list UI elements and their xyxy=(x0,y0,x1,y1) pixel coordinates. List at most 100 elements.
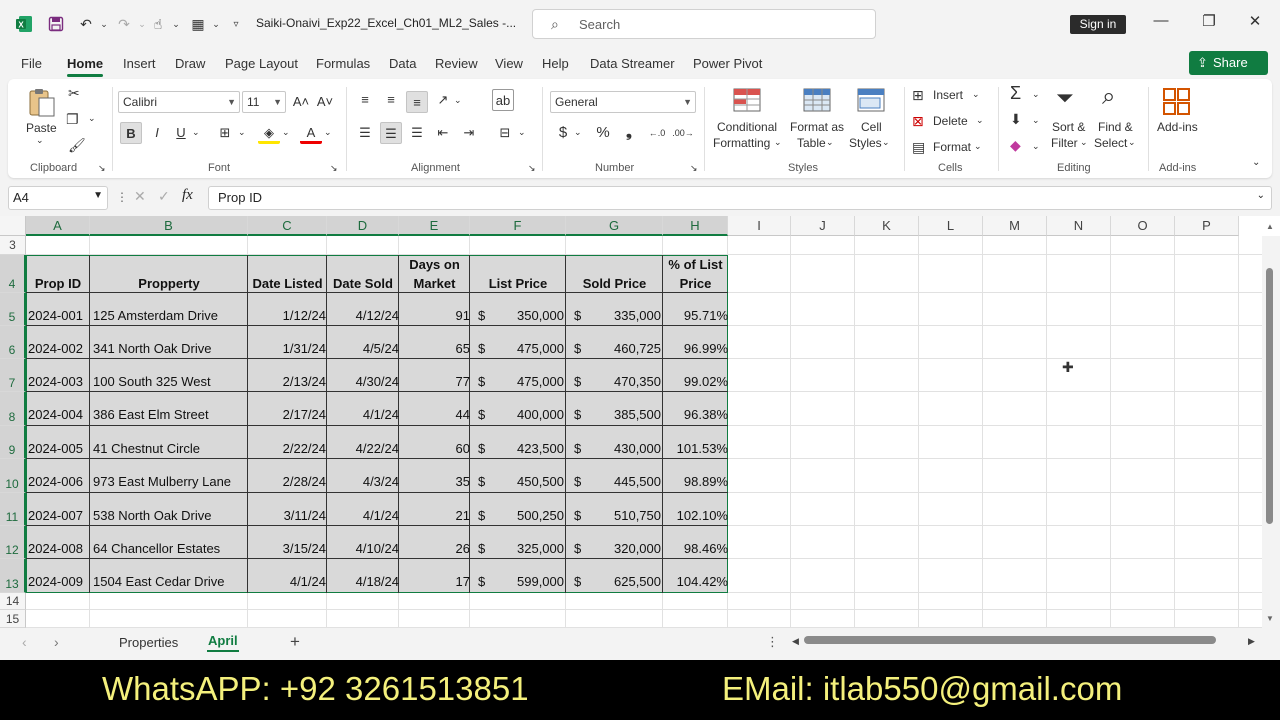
pct-list-price-cell[interactable]: 101.53% xyxy=(665,441,728,456)
formula-input[interactable]: Prop ID ⌄ xyxy=(208,186,1272,210)
list-price-cell[interactable]: 500,250 xyxy=(472,508,564,523)
column-header-n[interactable]: N xyxy=(1047,216,1111,236)
prop-id-cell[interactable]: 2024-007 xyxy=(28,508,91,523)
row-header-6[interactable]: 6 xyxy=(0,326,26,359)
autosum-dropdown-icon[interactable]: ⌄ xyxy=(1032,89,1040,100)
pct-list-price-cell[interactable]: 98.89% xyxy=(665,474,728,489)
sold-price-cell[interactable]: 335,000 xyxy=(568,308,661,323)
property-cell[interactable]: 1504 East Cedar Drive xyxy=(93,574,249,589)
prop-id-cell[interactable]: 2024-003 xyxy=(28,374,91,389)
sort-filter-icon[interactable]: ⏷ xyxy=(1056,85,1074,111)
date-listed-cell[interactable]: 1/31/24 xyxy=(250,341,326,356)
fill-color-dropdown-icon[interactable]: ⌄ xyxy=(282,127,290,138)
accounting-dropdown-icon[interactable]: ⌄ xyxy=(574,127,582,138)
tab-view[interactable]: View xyxy=(495,56,523,71)
column-header-d[interactable]: D xyxy=(327,216,399,236)
middle-align-icon[interactable]: ≡ xyxy=(380,89,402,111)
sold-price-cell[interactable]: 460,725 xyxy=(568,341,661,356)
font-size-combo[interactable]: 11 ▼ xyxy=(242,91,286,113)
tab-draw[interactable]: Draw xyxy=(175,56,205,71)
row-header-13[interactable]: 13 xyxy=(0,559,26,593)
find-select-label-1[interactable]: Find & xyxy=(1098,120,1133,134)
sign-in-button[interactable]: Sign in xyxy=(1070,15,1126,34)
header-days-line2[interactable]: Market xyxy=(399,274,470,293)
column-header-l[interactable]: L xyxy=(919,216,983,236)
sort-filter-label-1[interactable]: Sort & xyxy=(1052,120,1085,134)
sheet-tab-april[interactable]: April xyxy=(208,633,238,648)
row-header-10[interactable]: 10 xyxy=(0,459,26,493)
prop-id-cell[interactable]: 2024-004 xyxy=(28,407,91,422)
insert-function-icon[interactable]: fx xyxy=(182,187,193,204)
tab-formulas[interactable]: Formulas xyxy=(316,56,370,71)
horizontal-scroll-thumb[interactable] xyxy=(804,636,1216,644)
conditional-formatting-icon[interactable] xyxy=(732,87,764,117)
select-all-corner[interactable] xyxy=(0,216,26,236)
list-price-cell[interactable]: 475,000 xyxy=(472,341,564,356)
prop-id-cell[interactable]: 2024-008 xyxy=(28,541,91,556)
bottom-align-icon[interactable]: ≡ xyxy=(406,91,428,113)
row-header-9[interactable]: 9 xyxy=(0,426,26,459)
sort-filter-label-2[interactable]: Filter xyxy=(1051,136,1078,150)
format-dropdown-icon[interactable]: ⌄ xyxy=(974,141,982,152)
column-header-g[interactable]: G xyxy=(566,216,663,236)
orientation-icon[interactable]: ↗ xyxy=(432,89,454,111)
increase-indent-icon[interactable]: ⇥ xyxy=(458,122,480,144)
date-listed-cell[interactable]: 3/11/24 xyxy=(250,508,326,523)
align-right-icon[interactable]: ☰ xyxy=(406,122,428,144)
row-header-11[interactable]: 11 xyxy=(0,493,26,526)
vertical-scroll-thumb[interactable] xyxy=(1266,268,1273,524)
merge-dropdown-icon[interactable]: ⌄ xyxy=(518,127,526,138)
list-price-cell[interactable]: 325,000 xyxy=(472,541,564,556)
format-cells-label[interactable]: Format xyxy=(933,140,971,154)
row-header-12[interactable]: 12 xyxy=(0,526,26,559)
clear-icon[interactable]: ◆ xyxy=(1010,137,1021,154)
sort-dropdown-icon[interactable]: ⌄ xyxy=(1080,137,1088,148)
date-listed-cell[interactable]: 2/22/24 xyxy=(250,441,326,456)
delete-cells-label[interactable]: Delete xyxy=(933,114,968,128)
close-icon[interactable]: ✕ xyxy=(1240,12,1270,36)
accounting-format-icon[interactable]: $ xyxy=(552,122,574,144)
prop-id-cell[interactable]: 2024-002 xyxy=(28,341,91,356)
sold-price-cell[interactable]: 510,750 xyxy=(568,508,661,523)
touch-mode-icon[interactable]: ☝ xyxy=(148,14,168,34)
increase-decimal-icon[interactable]: ←.0 xyxy=(646,122,668,144)
insert-cells-icon[interactable]: ⊞ xyxy=(912,87,924,104)
confirm-entry-icon[interactable]: ✓ xyxy=(158,188,170,205)
insert-cells-label[interactable]: Insert xyxy=(933,88,963,102)
property-cell[interactable]: 64 Chancellor Estates xyxy=(93,541,249,556)
format-as-table-label-2[interactable]: Table xyxy=(797,136,826,150)
redo-icon[interactable]: ↷ xyxy=(114,14,134,34)
form-dropdown-icon[interactable]: ⌄ xyxy=(206,14,226,34)
prop-id-cell[interactable]: 2024-005 xyxy=(28,441,91,456)
column-header-j[interactable]: J xyxy=(791,216,855,236)
expand-formula-icon[interactable]: ⌄ xyxy=(1257,190,1265,201)
add-sheet-icon[interactable]: + xyxy=(290,632,300,652)
add-ins-label[interactable]: Add-ins xyxy=(1157,120,1198,134)
column-header-b[interactable]: B xyxy=(90,216,248,236)
tab-data-streamer[interactable]: Data Streamer xyxy=(590,56,675,71)
date-sold-cell[interactable]: 4/22/24 xyxy=(329,441,399,456)
merge-center-icon[interactable]: ⊟ xyxy=(494,122,516,144)
header-pct-line1[interactable]: % of List xyxy=(663,255,728,274)
days-on-market-cell[interactable]: 91 xyxy=(401,308,470,323)
row-header-3[interactable]: 3 xyxy=(0,236,26,255)
property-cell[interactable]: 41 Chestnut Circle xyxy=(93,441,249,456)
find-select-icon[interactable]: ⌕ xyxy=(1102,83,1115,111)
decrease-indent-icon[interactable]: ⇤ xyxy=(432,122,454,144)
header-prop-id[interactable]: Prop ID xyxy=(26,274,90,293)
days-on-market-cell[interactable]: 77 xyxy=(401,374,470,389)
italic-button[interactable]: I xyxy=(146,122,168,144)
column-header-k[interactable]: K xyxy=(855,216,919,236)
column-header-e[interactable]: E xyxy=(399,216,470,236)
prop-id-cell[interactable]: 2024-001 xyxy=(28,308,91,323)
date-sold-cell[interactable]: 4/1/24 xyxy=(329,407,399,422)
decrease-decimal-icon[interactable]: .00→ xyxy=(672,122,694,144)
number-format-combo[interactable]: General ▼ xyxy=(550,91,696,113)
sold-price-cell[interactable]: 625,500 xyxy=(568,574,661,589)
conditional-formatting-label-1[interactable]: Conditional xyxy=(717,120,777,134)
days-on-market-cell[interactable]: 17 xyxy=(401,574,470,589)
undo-icon[interactable]: ↶ xyxy=(76,14,96,34)
find-dropdown-icon[interactable]: ⌄ xyxy=(1128,137,1136,148)
prev-sheet-icon[interactable]: ‹ xyxy=(22,634,27,650)
column-header-i[interactable]: I xyxy=(728,216,791,236)
